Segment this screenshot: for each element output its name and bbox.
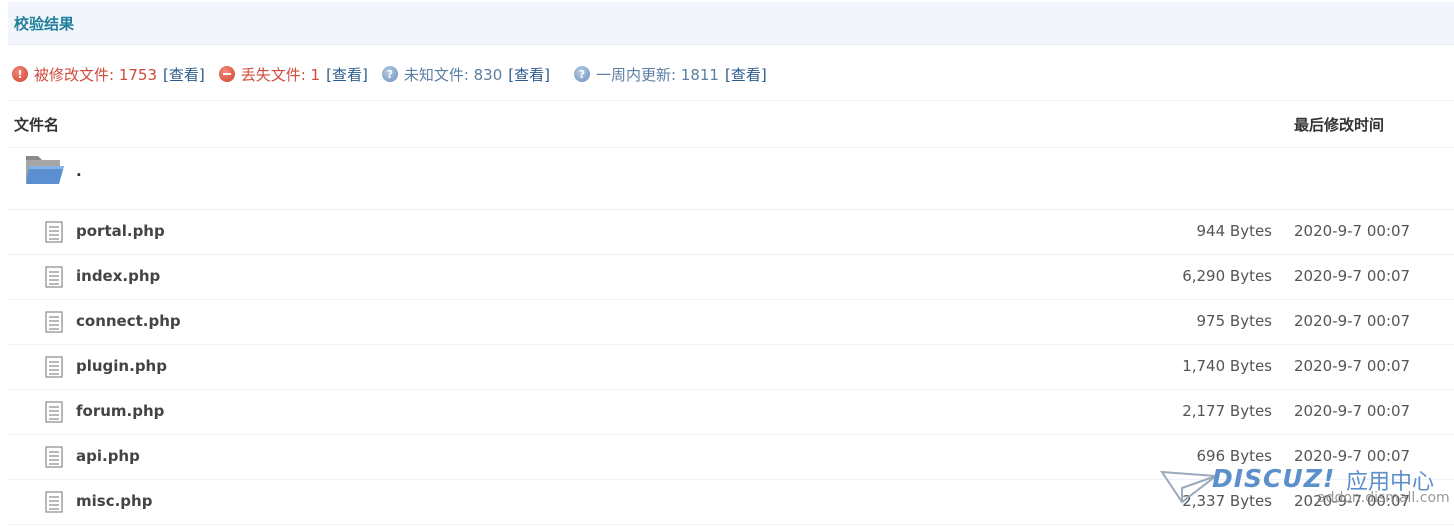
column-header-time: 最后修改时间 (1294, 116, 1385, 134)
table-row[interactable]: index.php 6,290 Bytes 2020-9-7 00:07 (8, 255, 1454, 300)
warning-icon: ! (12, 66, 28, 82)
folder-name: . (76, 162, 82, 180)
view-weekly-link[interactable]: [查看] (725, 64, 767, 85)
file-name: api.php (76, 447, 140, 465)
file-size: 1,740 Bytes (1182, 357, 1272, 375)
question-icon: ? (573, 66, 590, 82)
file-date: 2020-9-7 00:07 (1294, 402, 1411, 420)
divider (8, 100, 1454, 101)
file-icon (45, 356, 63, 378)
file-size: 975 Bytes (1196, 312, 1273, 330)
file-size: 2,337 Bytes (1182, 492, 1272, 510)
table-row[interactable]: api.php 696 Bytes 2020-9-7 00:07 (8, 435, 1454, 480)
file-name: misc.php (76, 492, 153, 510)
file-icon (45, 446, 63, 468)
file-icon (45, 401, 63, 423)
stat-modified: ! 被修改文件: 1753 [查看] (12, 64, 205, 85)
file-date: 2020-9-7 00:07 (1294, 312, 1411, 330)
table-row[interactable]: plugin.php 1,740 Bytes 2020-9-7 00:07 (8, 345, 1454, 390)
stat-weekly-label: 一周内更新: 1811 (595, 65, 719, 84)
view-modified-link[interactable]: [查看] (163, 64, 205, 85)
view-unknown-link[interactable]: [查看] (508, 64, 550, 85)
file-name: forum.php (76, 402, 165, 420)
stat-unknown: ? 未知文件: 830 [查看] (381, 64, 550, 85)
file-date: 2020-9-7 00:07 (1294, 492, 1411, 510)
table-row[interactable]: forum.php 2,177 Bytes 2020-9-7 00:07 (8, 390, 1454, 435)
stat-missing-label: 丢失文件: 1 (240, 65, 321, 84)
file-icon (45, 221, 63, 243)
column-header-name: 文件名 (14, 116, 60, 134)
file-size: 6,290 Bytes (1182, 267, 1272, 285)
file-date: 2020-9-7 00:07 (1294, 267, 1411, 285)
stat-weekly: ? 一周内更新: 1811 [查看] (573, 64, 767, 85)
file-icon (45, 266, 63, 288)
table-row[interactable]: misc.php 2,337 Bytes 2020-9-7 00:07 (8, 480, 1454, 525)
file-icon (45, 311, 63, 333)
file-date: 2020-9-7 00:07 (1294, 357, 1411, 375)
file-size: 944 Bytes (1196, 222, 1273, 240)
panel-title: 校验结果 (14, 15, 75, 33)
table-row[interactable]: connect.php 975 Bytes 2020-9-7 00:07 (8, 300, 1454, 345)
file-icon (45, 491, 63, 513)
folder-row[interactable]: . (8, 148, 1454, 210)
file-size: 696 Bytes (1196, 447, 1273, 465)
folder-icon (26, 156, 64, 184)
stop-icon (218, 66, 235, 82)
file-name: index.php (76, 267, 161, 285)
stat-unknown-label: 未知文件: 830 (403, 65, 503, 84)
question-icon: ? (381, 66, 398, 82)
file-date: 2020-9-7 00:07 (1294, 447, 1411, 465)
file-name: portal.php (76, 222, 165, 240)
table-row[interactable]: portal.php 944 Bytes 2020-9-7 00:07 (8, 210, 1454, 255)
stat-missing: 丢失文件: 1 [查看] (218, 64, 368, 85)
file-size: 2,177 Bytes (1182, 402, 1272, 420)
stat-modified-label: 被修改文件: 1753 (34, 65, 157, 84)
view-missing-link[interactable]: [查看] (326, 64, 368, 85)
file-date: 2020-9-7 00:07 (1294, 222, 1411, 240)
file-name: plugin.php (76, 357, 167, 375)
panel-header: 校验结果 (8, 2, 1454, 45)
file-name: connect.php (76, 312, 181, 330)
summary-bar: ! 被修改文件: 1753 [查看] 丢失文件: 1 [查看] ? 未知文件: … (12, 62, 781, 86)
